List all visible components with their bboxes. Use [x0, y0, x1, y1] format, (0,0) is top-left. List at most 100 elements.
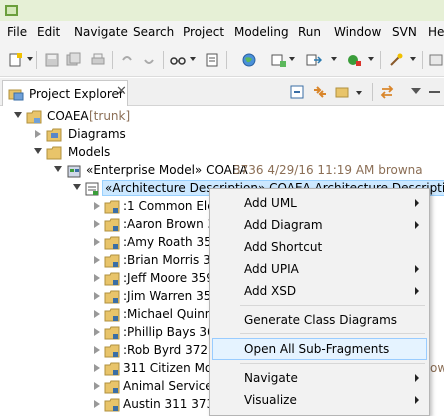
toolbar-separator — [372, 83, 373, 101]
expand-toggle[interactable] — [94, 256, 100, 264]
menu-item-add-xsd[interactable]: Add XSD — [212, 280, 427, 302]
tree-label: :Jeff Moore 3591 — [123, 271, 222, 285]
view-menu-icon[interactable] — [411, 88, 421, 94]
fragment-folder-icon — [104, 380, 120, 394]
tree-label: :Michael Quinn — [123, 307, 213, 321]
run-icon[interactable] — [346, 52, 362, 68]
tree-item-project[interactable]: COAEA [trunk] — [0, 108, 444, 126]
toolbar-separator — [380, 51, 381, 69]
sync-icon[interactable] — [378, 83, 396, 101]
folder-filter-icon[interactable] — [334, 83, 352, 101]
new-dropdown-icon[interactable] — [27, 57, 33, 61]
menu-search[interactable]: Search — [133, 25, 174, 39]
menu-file[interactable]: File — [7, 25, 27, 39]
menu-item-label: Add UML — [244, 196, 297, 210]
glasses-icon[interactable] — [170, 52, 186, 68]
fragment-folder-icon — [104, 398, 120, 412]
fragment-folder-icon — [104, 308, 120, 322]
save-icon[interactable] — [44, 52, 60, 68]
tree-metadata: 3736 4/29/16 11:19 AM browna — [233, 163, 423, 177]
tab-project-explorer[interactable]: Project Explorer ✕ — [2, 80, 128, 106]
redo-icon[interactable] — [141, 52, 157, 68]
toolbar-separator — [226, 51, 227, 69]
tree-label: :Aaron Brown 37 — [123, 217, 223, 231]
tree-label: :Phillip Bays 362 — [123, 325, 223, 339]
menu-item-label: Navigate — [244, 371, 298, 385]
menu-item-label: Add Diagram — [244, 218, 323, 232]
tree-item-models[interactable]: Models — [0, 144, 444, 162]
save-all-icon[interactable] — [66, 52, 82, 68]
menu-item-add-upia[interactable]: Add UPIA — [212, 258, 427, 280]
menu-item-open-all-sub-fragments[interactable]: Open All Sub-Fragments — [212, 338, 427, 360]
fragment-folder-icon — [104, 200, 120, 214]
expand-toggle[interactable] — [94, 238, 100, 246]
submenu-arrow-icon — [415, 265, 419, 273]
menu-help[interactable]: He — [428, 25, 444, 39]
expand-toggle[interactable] — [94, 292, 100, 300]
expand-toggle[interactable] — [34, 148, 42, 154]
tree-item-diagrams[interactable]: Diagrams — [0, 126, 444, 144]
project-name: COAEA — [47, 109, 89, 123]
menu-item-add-diagram[interactable]: Add Diagram — [212, 214, 427, 236]
run-dropdown-icon[interactable] — [368, 57, 374, 61]
tree-item-enterprise-model[interactable]: «Enterprise Model» COAEA 3736 4/29/16 11… — [0, 162, 444, 180]
expand-toggle[interactable] — [94, 274, 100, 282]
menu-item-navigate[interactable]: Navigate — [212, 367, 427, 389]
tab-label: Project Explorer — [29, 87, 124, 101]
menu-navigate[interactable]: Navigate — [74, 25, 128, 39]
menu-edit[interactable]: Edit — [37, 25, 60, 39]
fragment-folder-icon — [104, 362, 120, 376]
menu-item-visualize[interactable]: Visualize — [212, 389, 427, 411]
expand-toggle[interactable] — [94, 400, 100, 408]
close-icon[interactable]: ✕ — [116, 84, 127, 99]
expand-toggle[interactable] — [14, 112, 22, 118]
expand-toggle[interactable] — [94, 382, 100, 390]
fragment-folder-icon — [104, 326, 120, 340]
tree-label: Animal Services — [123, 379, 219, 393]
link-with-editor-icon[interactable] — [311, 83, 329, 101]
filter-icon[interactable] — [204, 52, 220, 68]
globe-icon[interactable] — [241, 52, 257, 68]
fragment-folder-icon — [104, 290, 120, 304]
collapse-all-icon[interactable] — [288, 83, 306, 101]
new-diagram-dropdown-icon[interactable] — [289, 57, 295, 61]
diagrams-folder-icon — [46, 128, 62, 142]
fragment-folder-icon — [104, 344, 120, 358]
glasses-dropdown-icon[interactable] — [190, 57, 196, 61]
wand-icon[interactable] — [388, 52, 404, 68]
fragment-folder-icon — [104, 218, 120, 232]
new-diagram-icon[interactable] — [271, 52, 287, 68]
menu-run[interactable]: Run — [298, 25, 321, 39]
expand-toggle[interactable] — [94, 220, 100, 228]
folder-filter-dropdown-icon[interactable] — [356, 91, 362, 95]
submenu-arrow-icon — [415, 199, 419, 207]
expand-toggle[interactable] — [73, 184, 81, 190]
expand-toggle[interactable] — [94, 310, 100, 318]
export-icon[interactable] — [306, 52, 322, 68]
menu-item-add-uml[interactable]: Add UML — [212, 192, 427, 214]
expand-toggle[interactable] — [94, 328, 100, 336]
expand-toggle[interactable] — [35, 130, 41, 138]
expand-toggle[interactable] — [94, 364, 100, 372]
expand-toggle[interactable] — [94, 202, 100, 210]
print-icon[interactable] — [90, 52, 106, 68]
toolbar-separator — [112, 51, 113, 69]
menu-item-label: Generate Class Diagrams — [244, 313, 398, 327]
menu-item-add-shortcut[interactable]: Add Shortcut — [212, 236, 427, 258]
minimize-icon[interactable] — [426, 83, 444, 101]
expand-toggle[interactable] — [94, 346, 100, 354]
new-icon[interactable] — [8, 52, 24, 68]
undo-icon[interactable] — [119, 52, 135, 68]
enterprise-model-icon — [67, 165, 81, 178]
export-dropdown-icon[interactable] — [331, 57, 337, 61]
menu-modeling[interactable]: Modeling — [234, 25, 289, 39]
menu-item-generate-class-diagrams[interactable]: Generate Class Diagrams — [212, 309, 427, 331]
menu-svn[interactable]: SVN — [392, 25, 417, 39]
expand-toggle[interactable] — [54, 166, 62, 172]
tree-label: Austin 311 3735 — [123, 397, 222, 411]
perspective-icon[interactable] — [428, 52, 444, 68]
tree-label: Diagrams — [68, 127, 126, 141]
menu-project[interactable]: Project — [183, 25, 224, 39]
wand-dropdown-icon[interactable] — [410, 57, 416, 61]
menu-window[interactable]: Window — [334, 25, 381, 39]
